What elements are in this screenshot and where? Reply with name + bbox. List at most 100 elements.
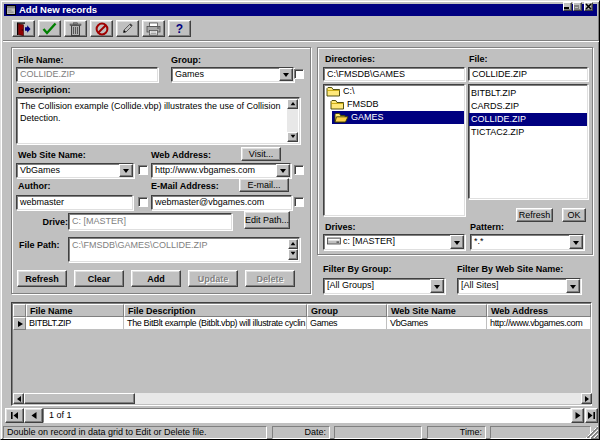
help-icon: ?	[176, 22, 183, 36]
scroll-up-button[interactable]	[287, 99, 298, 109]
grid-header-web-address[interactable]: Web Address	[487, 304, 591, 317]
group-combo[interactable]: Games	[171, 67, 294, 82]
email-button[interactable]: E-mail...	[239, 178, 289, 192]
add-button[interactable]: Add	[131, 270, 181, 287]
group-checkbox[interactable]	[294, 69, 304, 79]
filter-site-combo[interactable]: [All Sites]	[457, 278, 581, 294]
description-textarea[interactable]: The Collision example (Collide.vbp) illu…	[16, 97, 300, 144]
row-marker-icon	[18, 321, 26, 327]
confirm-button[interactable]	[38, 20, 61, 37]
file-item-selected[interactable]: COLLIDE.ZIP	[469, 113, 587, 126]
close-button[interactable]	[584, 2, 593, 11]
grid-cell[interactable]: The BitBlt example (Bitblt.vbp) will ill…	[124, 317, 307, 330]
file-path-scroll-up-button[interactable]	[288, 239, 298, 249]
delete-record-button[interactable]: Delete	[245, 270, 295, 287]
edit-path-button[interactable]: Edit Path...	[244, 211, 290, 229]
nav-next-button[interactable]	[571, 408, 584, 423]
drives-value: c: [MASTER]	[343, 236, 395, 246]
files-listbox[interactable]: BITBLT.ZIP CARDS.ZIP COLLIDE.ZIP TICTAC2…	[468, 84, 588, 199]
scroll-right-button[interactable]	[581, 393, 592, 404]
web-site-name-combo-arrow[interactable]	[119, 164, 133, 177]
grid-cell[interactable]: http://www.vbgames.com	[487, 317, 591, 330]
toolbar-separator	[3, 40, 599, 42]
web-address-combo[interactable]: http://www.vbgames.com	[151, 163, 291, 178]
directory-item-selected[interactable]: GAMES	[324, 111, 464, 124]
minimize-button[interactable]	[563, 2, 572, 11]
help-button[interactable]: ?	[168, 20, 191, 37]
web-address-combo-arrow[interactable]	[276, 164, 290, 177]
file-label: File:	[469, 54, 488, 64]
grid-cell[interactable]: VbGames	[387, 317, 487, 330]
arrow-up-icon	[290, 100, 295, 106]
filter-site-combo-arrow[interactable]	[566, 279, 580, 293]
nav-first-button[interactable]	[5, 408, 24, 423]
file-item[interactable]: TICTAC2.ZIP	[469, 126, 587, 139]
filter-group-combo[interactable]: [All Groups]	[323, 278, 445, 294]
drives-combo[interactable]: c: [MASTER]	[323, 234, 465, 250]
record-position: 1 of 1	[43, 408, 571, 423]
grid-horizontal-scrollbar[interactable]	[13, 393, 592, 404]
directory-item-label: FMSDB	[345, 98, 381, 111]
drive-input[interactable]: C: [MASTER]	[68, 213, 232, 230]
arrow-down-icon	[290, 134, 295, 140]
file-path-box[interactable]: C:\FMSDB\GAMES\COLLIDE.ZIP	[68, 237, 300, 262]
file-value: COLLIDE.ZIP	[468, 67, 588, 81]
pattern-combo-arrow[interactable]	[569, 235, 583, 249]
exit-button[interactable]	[12, 20, 35, 37]
grid-header-group[interactable]: Group	[307, 304, 387, 317]
web-site-name-checkbox[interactable]	[138, 165, 148, 175]
grid-cell[interactable]: Games	[307, 317, 387, 330]
scroll-left-button[interactable]	[13, 393, 24, 404]
file-item-label: BITBLT.ZIP	[469, 88, 518, 98]
clear-button[interactable]: Clear	[74, 270, 124, 287]
cancel-button[interactable]	[90, 20, 113, 37]
group-combo-arrow[interactable]	[279, 68, 293, 81]
directories-listbox[interactable]: C:\ FMSDB GAMES	[323, 84, 465, 216]
file-item[interactable]: CARDS.ZIP	[469, 100, 587, 113]
nav-previous-button[interactable]	[24, 408, 43, 423]
drives-combo-arrow[interactable]	[450, 235, 464, 249]
delete-button[interactable]	[64, 20, 87, 37]
file-path-label: File Path:	[19, 240, 60, 250]
email-checkbox[interactable]	[294, 197, 304, 207]
filter-group-combo-arrow[interactable]	[430, 279, 444, 293]
maximize-icon	[574, 5, 579, 9]
grid-header-file-description[interactable]: File Description	[124, 304, 307, 317]
trash-icon	[69, 22, 82, 36]
web-site-name-value: VbGames	[20, 165, 60, 175]
directory-item[interactable]: FMSDB	[324, 98, 464, 111]
edit-button[interactable]	[116, 20, 139, 37]
print-button[interactable]	[142, 20, 165, 37]
drive-label: Drive:	[12, 217, 68, 227]
update-button[interactable]: Update	[188, 270, 238, 287]
web-address-checkbox[interactable]	[294, 165, 304, 175]
arrow-down-icon	[291, 252, 296, 258]
file-name-input[interactable]: COLLIDE.ZIP	[16, 67, 158, 82]
directory-item[interactable]: C:\	[324, 85, 464, 98]
file-browser-frame: Directories: C:\FMSDB\GAMES File: COLLID…	[317, 47, 593, 255]
email-input[interactable]: webmaster@vbgames.com	[151, 195, 292, 210]
grid-cell[interactable]: BITBLT.ZIP	[26, 317, 124, 330]
nav-last-button[interactable]	[585, 408, 598, 423]
file-path-scroll-down-button[interactable]	[288, 249, 298, 260]
scrollbar-thumb[interactable]	[24, 393, 135, 404]
visit-button[interactable]: Visit...	[241, 147, 281, 161]
grid-row-selector[interactable]	[13, 317, 26, 330]
folder-closed-icon	[330, 99, 345, 110]
resize-grip[interactable]	[586, 426, 598, 438]
browser-refresh-button[interactable]: Refresh	[516, 208, 553, 222]
web-site-name-combo[interactable]: VbGames	[16, 163, 134, 178]
file-item[interactable]: BITBLT.ZIP	[469, 87, 587, 100]
grid-header-file-name[interactable]: File Name	[26, 304, 124, 317]
pattern-combo[interactable]: *.*	[470, 234, 584, 250]
grid-header-web-site-name[interactable]: Web Site Name	[387, 304, 487, 317]
description-scrollbar[interactable]	[287, 99, 298, 142]
maximize-button[interactable]	[573, 2, 582, 11]
refresh-button[interactable]: Refresh	[17, 270, 67, 287]
author-checkbox[interactable]	[138, 197, 148, 207]
ok-button[interactable]: OK	[562, 208, 586, 222]
last-record-icon	[587, 412, 596, 419]
chevron-down-icon	[283, 73, 289, 80]
author-input[interactable]: webmaster	[16, 195, 133, 210]
scroll-down-button[interactable]	[287, 132, 298, 142]
